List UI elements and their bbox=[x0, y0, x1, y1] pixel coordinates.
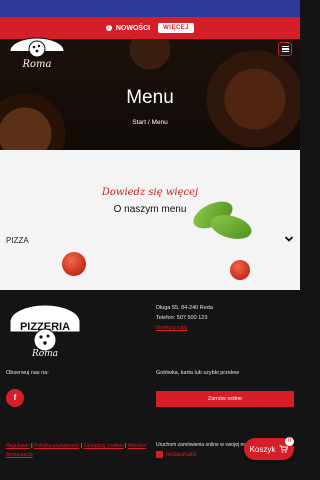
info-icon: ! bbox=[105, 25, 112, 31]
menu-toggle-button[interactable] bbox=[278, 42, 292, 56]
menu-tagline: Dowiedz się więcej bbox=[101, 187, 199, 198]
link-restaurant[interactable]: Restauracja bbox=[6, 452, 33, 458]
footer-links: Regulamin | Polityka prywatności | Zarzą… bbox=[6, 443, 147, 458]
restaumatic-link[interactable]: restaumatic bbox=[156, 451, 197, 458]
cart-label: Koszyk bbox=[249, 444, 276, 454]
page-title: Menu bbox=[126, 87, 174, 108]
breadcrumb-current: Menu bbox=[151, 119, 168, 126]
tomato-decoration bbox=[230, 260, 250, 280]
promo-bar: ! NOWOŚCI WIĘCEJ bbox=[0, 17, 300, 39]
category-accordion-pizza[interactable]: PIZZA bbox=[0, 232, 300, 250]
cart-count-badge: 0 bbox=[285, 437, 294, 446]
cart-icon bbox=[279, 445, 289, 453]
footer-logo: PIZZERIA Roma bbox=[9, 304, 81, 358]
svg-text:Roma: Roma bbox=[31, 349, 58, 358]
order-online-button[interactable]: Zamów online bbox=[156, 391, 294, 407]
breadcrumb: Start / Menu bbox=[132, 119, 168, 126]
tomato-decoration bbox=[62, 252, 86, 276]
payment-methods: Gotówka, karta lub szybki przelew bbox=[156, 370, 240, 376]
facebook-icon[interactable]: f bbox=[6, 389, 24, 407]
link-privacy[interactable]: Polityka prywatności bbox=[34, 443, 79, 449]
menu-section bbox=[0, 150, 300, 290]
follow-label: Obserwuj nas na: bbox=[6, 370, 49, 376]
chevron-down-icon bbox=[284, 236, 294, 242]
link-terms[interactable]: Regulamin bbox=[6, 443, 30, 449]
directions-link[interactable]: Nawiguj tutaj bbox=[156, 323, 213, 333]
pizzeria-logo[interactable]: Roma bbox=[6, 37, 68, 73]
promo-label: NOWOŚCI bbox=[115, 24, 151, 32]
category-label: PIZZA bbox=[6, 236, 29, 245]
link-soon[interactable]: Wkrótce bbox=[128, 443, 146, 449]
link-cookies[interactable]: Zarządzaj cookies bbox=[83, 443, 123, 449]
restaumatic-icon bbox=[156, 451, 163, 458]
address: Długa 55, 84-240 Reda bbox=[156, 305, 213, 311]
svg-text:Roma: Roma bbox=[22, 59, 52, 70]
contact-info: Długa 55, 84-240 Reda Telefon: 507 500 1… bbox=[156, 303, 213, 333]
promo-more-button[interactable]: WIĘCEJ bbox=[158, 23, 195, 33]
breadcrumb-home[interactable]: Start bbox=[132, 119, 146, 126]
phone[interactable]: Telefon: 507 500 123 bbox=[156, 313, 213, 323]
menu-heading: O naszym menu bbox=[113, 204, 187, 215]
top-strip bbox=[0, 0, 300, 17]
